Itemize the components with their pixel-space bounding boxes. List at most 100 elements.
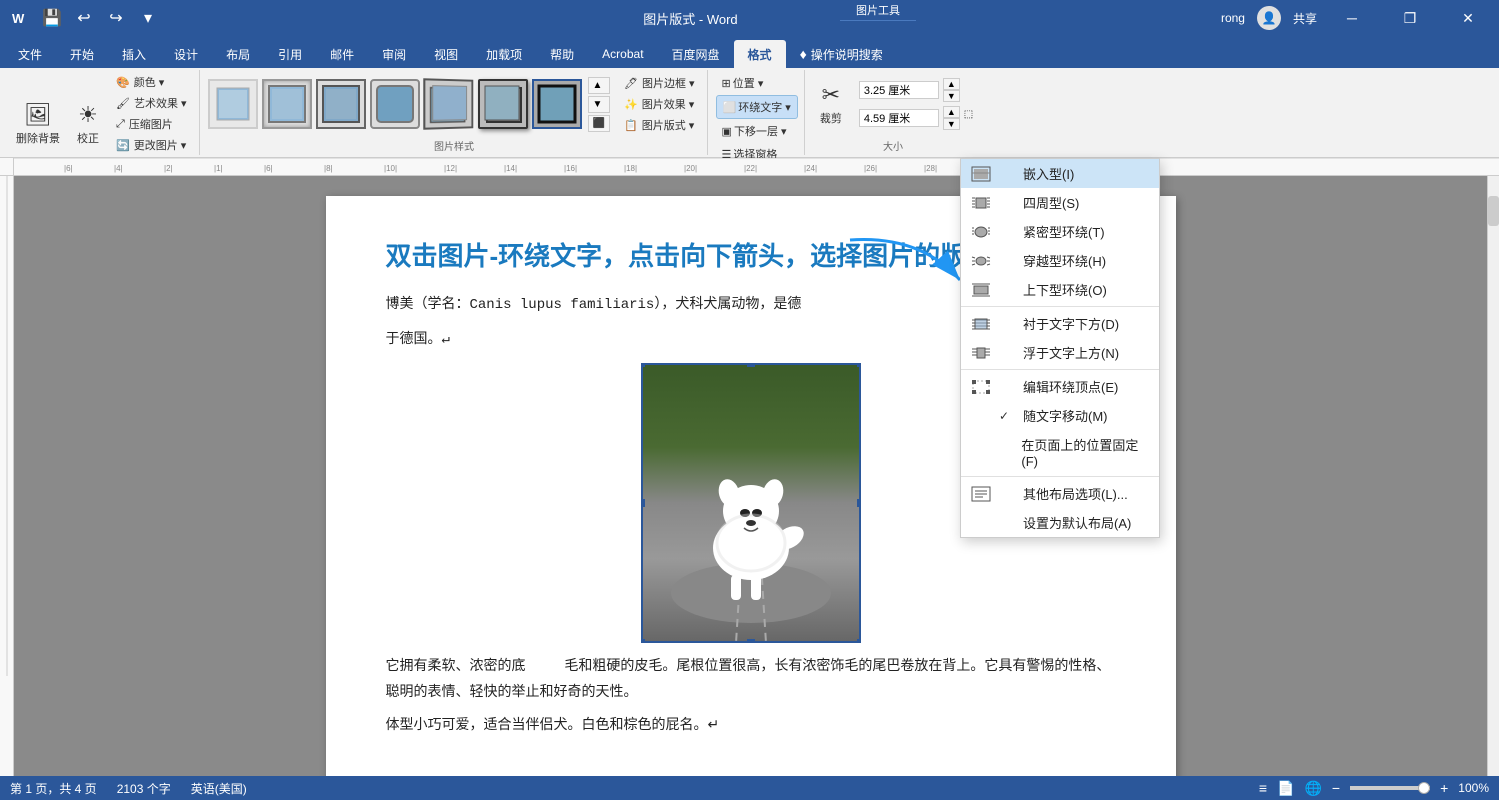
tab-help[interactable]: 帮助: [536, 40, 588, 68]
pic-style-7[interactable]: [532, 79, 582, 129]
tight-icon: [971, 224, 991, 240]
tab-acrobat[interactable]: Acrobat: [588, 40, 657, 68]
menu-item-tight[interactable]: 紧密型环绕(T): [961, 217, 1159, 246]
status-bar: 第 1 页，共 4 页 2103 个字 英语(美国) ≡ 📄 🌐 − + 100…: [0, 776, 1499, 800]
view-normal-icon[interactable]: ≡: [1259, 780, 1267, 796]
menu-item-through[interactable]: 穿越型环绕(H): [961, 246, 1159, 275]
dog-image[interactable]: [641, 363, 861, 643]
remove-background-button[interactable]: 🖼 删除背景: [10, 98, 66, 150]
svg-text:|4|: |4|: [114, 164, 123, 173]
correct-icon: ☀: [78, 102, 98, 128]
gallery-scroll-down[interactable]: ▼: [588, 96, 610, 113]
menu-item-behind[interactable]: 衬于文字下方(D): [961, 309, 1159, 338]
scrollbar-thumb[interactable]: [1488, 196, 1499, 226]
tab-search[interactable]: ♦操作说明搜索: [786, 40, 897, 68]
title-bar-title: 图片版式 - Word: [160, 9, 1221, 28]
share-button[interactable]: 共享: [1293, 10, 1317, 27]
minimize-button[interactable]: ─: [1329, 0, 1375, 36]
tab-baidunetdisk[interactable]: 百度网盘: [658, 40, 734, 68]
fixpos-icon: [971, 444, 990, 460]
bring-forward-icon: ▣: [722, 125, 732, 138]
tab-file[interactable]: 文件: [4, 40, 56, 68]
height-down[interactable]: ▼: [943, 90, 960, 102]
svg-text:|18|: |18|: [624, 164, 637, 173]
size-content: ✂ 裁剪 ▲ ▼ ▲ ▼ ⬚: [813, 72, 973, 136]
svg-text:|20|: |20|: [684, 164, 697, 173]
menu-item-editpoints[interactable]: 编辑环绕顶点(E): [961, 372, 1159, 401]
redo-icon[interactable]: ↪: [104, 6, 128, 30]
document-area[interactable]: 双击图片-环绕文字，点击向下箭头，选择图片的版式 博美（学名：Canis lup…: [14, 176, 1487, 776]
bring-forward-label: 下移一层 ▾: [734, 123, 787, 139]
color-button[interactable]: 🎨 颜色 ▾: [110, 72, 193, 92]
correct-button[interactable]: ☀ 校正: [70, 98, 106, 150]
inline-label: 嵌入型(I): [1023, 164, 1074, 183]
width-up[interactable]: ▲: [943, 106, 960, 118]
position-button[interactable]: ⊞ 位置 ▾: [716, 72, 798, 94]
width-down[interactable]: ▼: [943, 118, 960, 130]
crop-button[interactable]: ✂ 裁剪: [813, 78, 849, 130]
word-icon[interactable]: W: [8, 6, 32, 30]
pic-border-button[interactable]: 🖊 图片边框 ▾: [618, 73, 701, 93]
pic-style-3[interactable]: [316, 79, 366, 129]
ruler-corner: [0, 158, 14, 176]
bring-forward-button[interactable]: ▣ 下移一层 ▾: [716, 120, 798, 142]
change-pic-button[interactable]: 🔄 更改图片 ▾: [110, 135, 193, 155]
undo-icon[interactable]: ↩: [72, 6, 96, 30]
pic-style-2[interactable]: [262, 79, 312, 129]
save-icon[interactable]: 💾: [40, 6, 64, 30]
tab-view[interactable]: 视图: [420, 40, 472, 68]
pic-layout-button[interactable]: 📋 图片版式 ▾: [618, 115, 701, 135]
restore-button[interactable]: ❐: [1387, 0, 1433, 36]
menu-item-inline[interactable]: 嵌入型(I): [961, 159, 1159, 188]
art-effect-button[interactable]: 🖌 艺术效果 ▾: [110, 93, 193, 113]
view-print-icon[interactable]: 📄: [1277, 780, 1294, 797]
tab-references[interactable]: 引用: [264, 40, 316, 68]
vertical-scrollbar[interactable]: [1487, 176, 1499, 776]
tab-addins[interactable]: 加载项: [472, 40, 536, 68]
compress-label: 压缩图片: [129, 116, 173, 132]
tab-insert[interactable]: 插入: [108, 40, 160, 68]
tab-home[interactable]: 开始: [56, 40, 108, 68]
height-input[interactable]: [859, 81, 939, 99]
tab-format[interactable]: 格式: [734, 40, 786, 68]
zoom-in-button[interactable]: +: [1440, 780, 1448, 796]
ribbon-tabs: 文件 开始 插入 设计 布局 引用 邮件 审阅 视图 加载项 帮助 Acroba…: [0, 36, 1499, 68]
menu-item-moreoptions[interactable]: 其他布局选项(L)...: [961, 479, 1159, 508]
picture-tools-label: 图片工具: [840, 0, 916, 21]
pic-styles-content: ▲ ▼ ⬛ 🖊 图片边框 ▾ ✨ 图片效果 ▾ 📋 图片版式 ▾: [208, 72, 701, 136]
menu-item-setdefault[interactable]: 设置为默认布局(A): [961, 508, 1159, 537]
width-input[interactable]: [859, 109, 939, 127]
view-web-icon[interactable]: 🌐: [1304, 780, 1321, 797]
pic-style-6[interactable]: [478, 79, 528, 129]
pic-style-5[interactable]: [423, 78, 473, 129]
quick-access-dropdown[interactable]: ▾: [136, 6, 160, 30]
svg-text:|22|: |22|: [744, 164, 757, 173]
menu-item-fixpos[interactable]: 在页面上的位置固定(F): [961, 430, 1159, 474]
size-expand-icon[interactable]: ⬚: [964, 109, 973, 120]
menu-item-topbottom[interactable]: 上下型环绕(O): [961, 275, 1159, 304]
tab-review[interactable]: 审阅: [368, 40, 420, 68]
menu-item-movewithtext[interactable]: ✓ 随文字移动(M): [961, 401, 1159, 430]
tab-layout[interactable]: 布局: [212, 40, 264, 68]
ribbon-group-adjust: 🖼 删除背景 ☀ 校正 🎨 颜色 ▾ 🖌 艺术效果 ▾ ⤢ 压缩图片: [4, 70, 200, 155]
tab-mail[interactable]: 邮件: [316, 40, 368, 68]
user-avatar[interactable]: 👤: [1257, 6, 1281, 30]
gallery-scroll-up[interactable]: ▲: [588, 77, 610, 94]
wrap-text-button[interactable]: ⬜ 环绕文字 ▾: [716, 95, 798, 119]
svg-text:|2|: |2|: [164, 164, 173, 173]
menu-item-square[interactable]: 四周型(S): [961, 188, 1159, 217]
pic-effect-button[interactable]: ✨ 图片效果 ▾: [618, 94, 701, 114]
close-button[interactable]: ✕: [1445, 0, 1491, 36]
compress-button[interactable]: ⤢ 压缩图片: [110, 114, 193, 134]
menu-item-infront[interactable]: 浮于文字上方(N): [961, 338, 1159, 367]
zoom-out-button[interactable]: −: [1332, 780, 1340, 796]
tab-design[interactable]: 设计: [160, 40, 212, 68]
pic-style-4[interactable]: [370, 79, 420, 129]
height-up[interactable]: ▲: [943, 78, 960, 90]
pic-style-1[interactable]: [208, 79, 258, 129]
zoom-slider[interactable]: [1350, 786, 1430, 790]
wrap-text-label: 环绕文字 ▾: [738, 99, 791, 115]
behind-icon: [971, 316, 991, 332]
gallery-expand[interactable]: ⬛: [588, 115, 610, 132]
ruler-vertical: [0, 176, 14, 776]
